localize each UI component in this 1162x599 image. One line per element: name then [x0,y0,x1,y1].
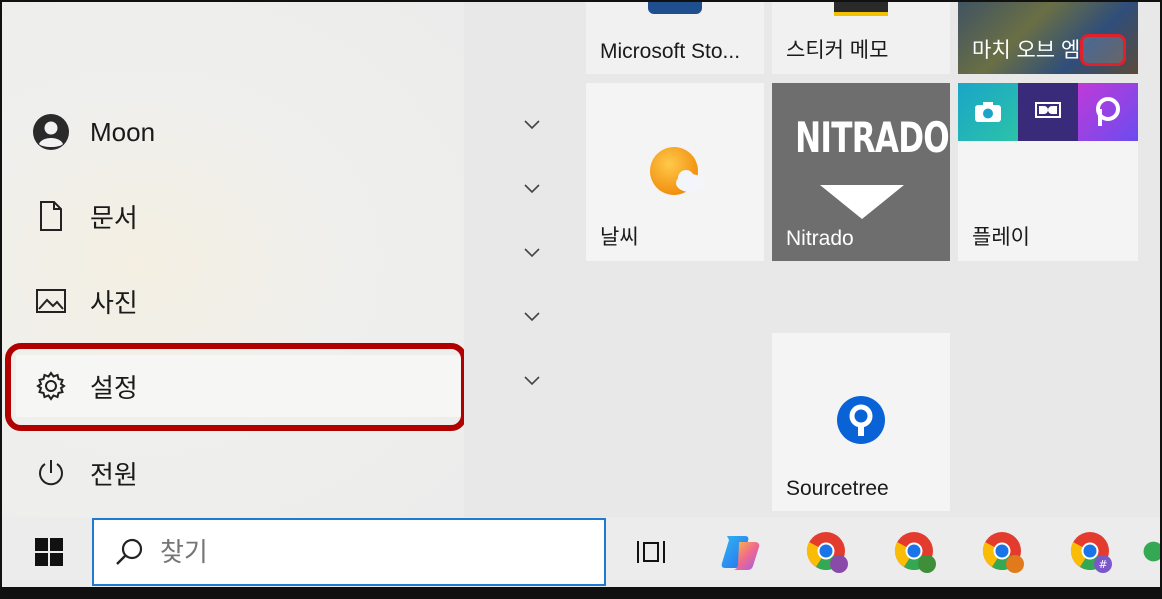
tile-label: Microsoft Sto... [600,40,741,63]
tile-microsoft-store[interactable]: Microsoft Sto... [586,2,764,74]
tile-nitrado[interactable]: NITRADO Nitrado [772,83,950,261]
tile-age-of-empires[interactable]: 마치 오브 엠 [958,2,1138,74]
screen-bottom-edge [2,587,1160,597]
svg-text:#: # [1098,558,1107,571]
tile-label: 플레이 [972,226,1030,249]
search-input[interactable] [158,535,542,569]
tile-label: 날씨 [600,226,639,249]
nav-item-user[interactable]: Moon [16,101,461,163]
weather-sun-cloud-icon [646,145,708,206]
nav-item-label: 설정 [90,372,138,403]
gear-icon [30,365,72,407]
search-icon [114,537,144,567]
nitrado-triangle-icon [820,185,904,219]
nav-item-power[interactable]: 전원 [16,442,461,504]
document-icon [30,195,72,237]
power-icon [30,452,72,494]
chevron-down-icon[interactable] [522,243,542,263]
store-icon [648,2,702,14]
pictures-icon [30,280,72,322]
task-view-icon[interactable] [626,527,676,577]
nav-item-label: 전원 [90,459,138,490]
app-group-column [464,2,584,517]
chrome-profile-1-icon[interactable] [802,527,852,577]
tile-label: 스티커 메모 [786,39,889,62]
windows-start-icon[interactable] [24,527,74,577]
nav-item-label: 사진 [90,287,138,318]
nav-item-label: 문서 [90,202,138,233]
taskbar-search-box[interactable] [92,518,606,586]
nitrado-logo-text: NITRADO [795,113,950,162]
tile-label: Nitrado [786,227,854,250]
chrome-profile-2-icon[interactable] [890,527,940,577]
chrome-profile-4-icon[interactable]: # [1066,527,1116,577]
copilot-icon[interactable] [716,527,766,577]
picsart-app-icon [1078,83,1138,141]
nav-item-label: Moon [90,116,156,147]
chevron-down-icon[interactable] [522,115,542,135]
sourcetree-icon [836,395,886,450]
user-avatar-icon [30,111,72,153]
chevron-down-icon[interactable] [522,179,542,199]
game-controller-icon [1080,34,1126,66]
nav-item-pictures[interactable]: 사진 [16,270,461,332]
start-menu-left-pane: Moon 문서 사진 설정 전원 [2,2,464,517]
tile-weather[interactable]: 날씨 [586,83,764,261]
tile-sticky-notes[interactable]: 스티커 메모 [772,2,950,74]
chevron-down-icon[interactable] [522,371,542,391]
tile-sourcetree[interactable]: Sourcetree [772,333,950,511]
chrome-profile-5-icon[interactable] [1142,527,1160,577]
sticky-notes-icon [834,2,888,16]
dolby-app-icon [1018,83,1078,141]
screen: Moon 문서 사진 설정 전원 Microsoft Sto... 스티커 메모… [0,0,1162,599]
chrome-profile-3-icon[interactable] [978,527,1028,577]
tile-label: 마치 오브 엠 [972,39,1081,62]
tile-label: Sourcetree [786,477,889,500]
taskbar: # [2,517,1160,587]
nav-item-settings[interactable]: 설정 [16,355,461,417]
camera-app-icon [958,83,1018,141]
tile-play-group[interactable]: 플레이 [958,83,1138,261]
tiles-area: Microsoft Sto... 스티커 메모 마치 오브 엠 날씨 NITRA… [584,2,1160,517]
nav-item-documents[interactable]: 문서 [16,185,461,247]
chevron-down-icon[interactable] [522,307,542,327]
